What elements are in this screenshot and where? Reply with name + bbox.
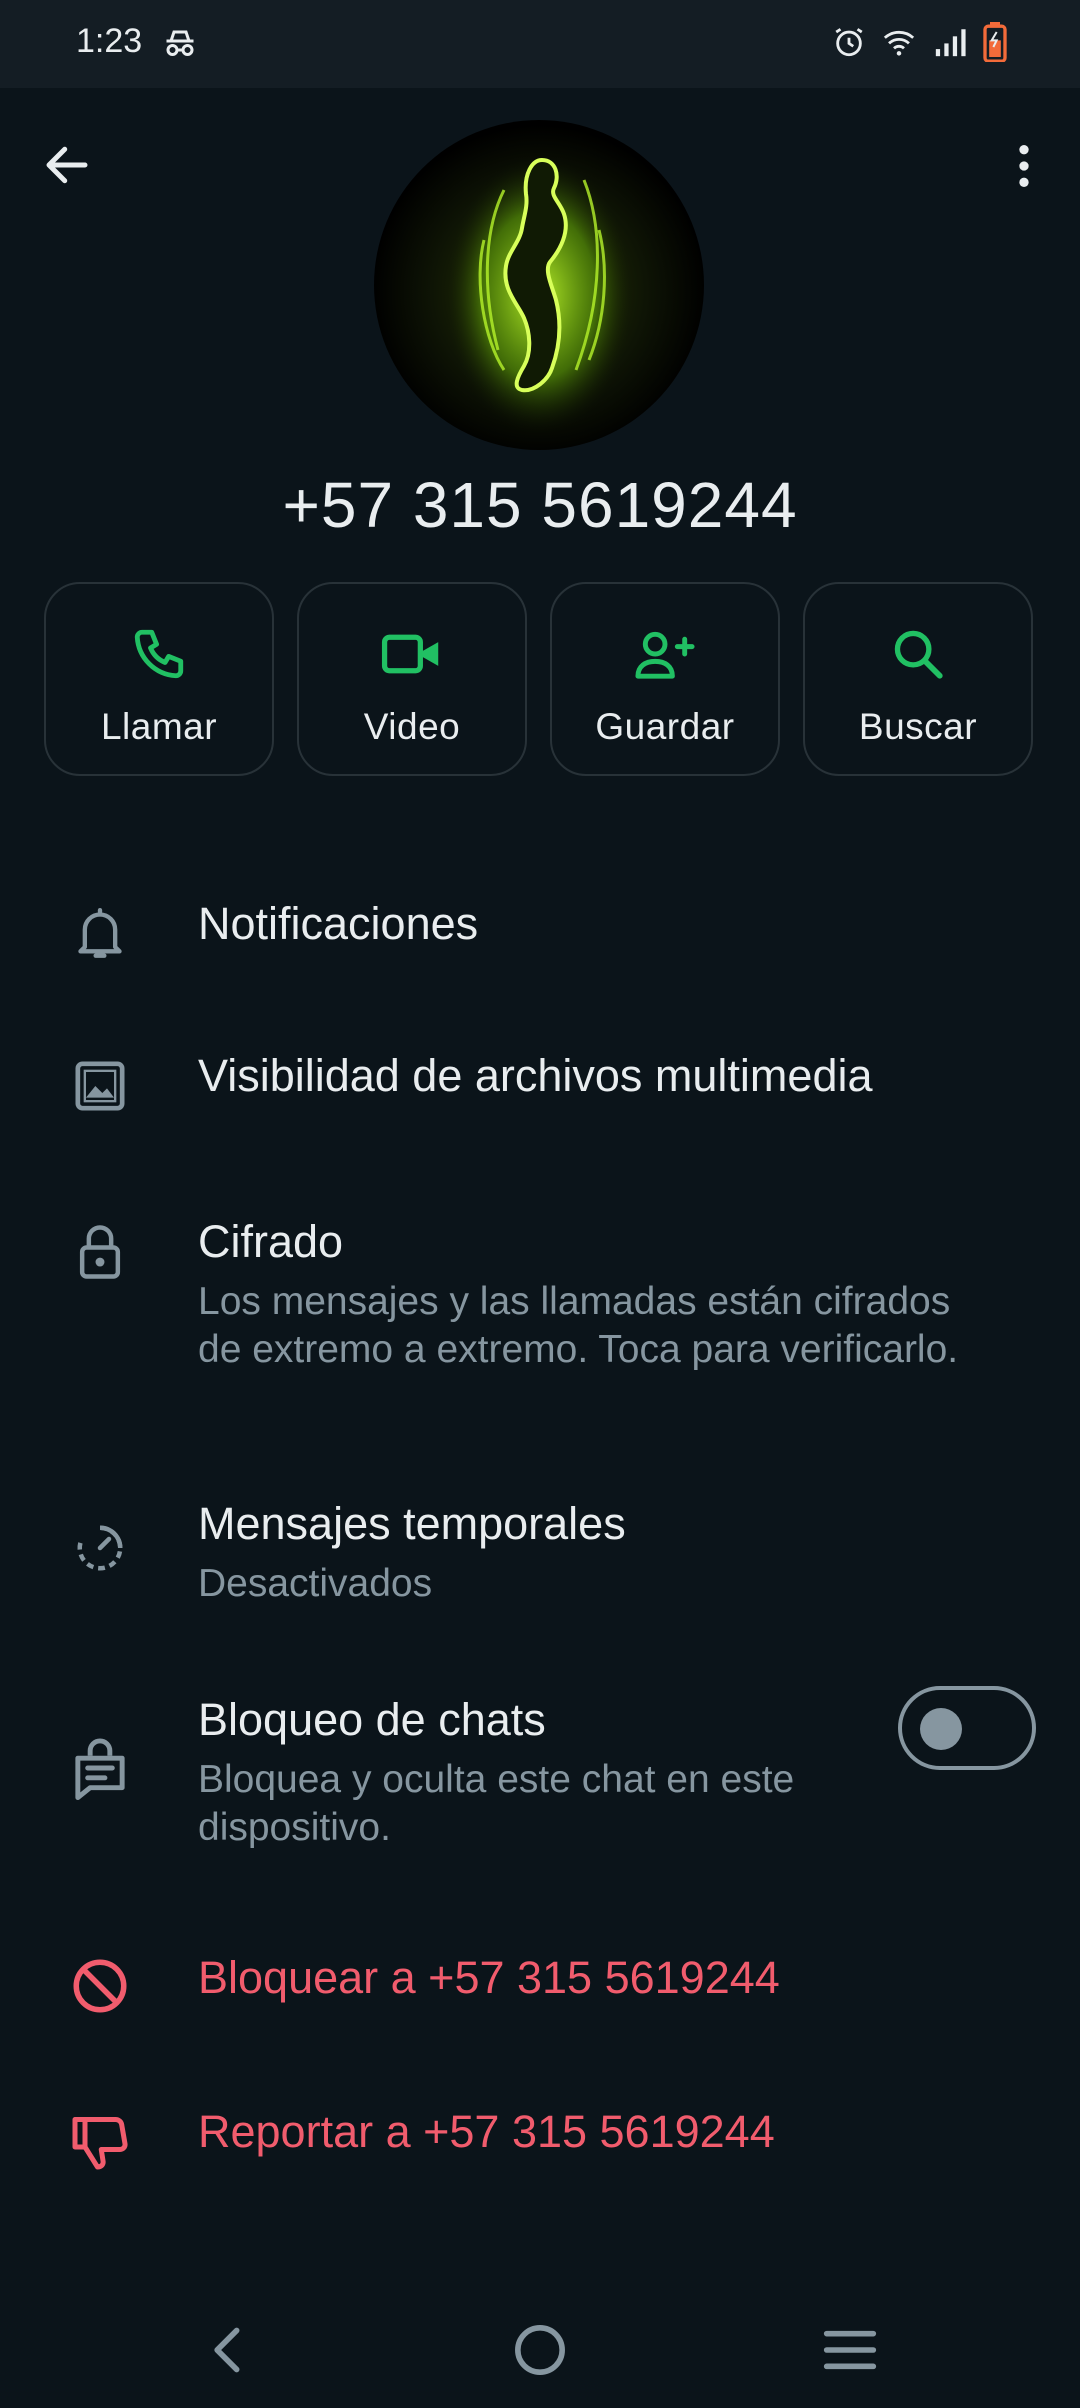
encryption-row[interactable]: Cifrado Los mensajes y las llamadas está…: [0, 1208, 1080, 1428]
alarm-icon: [835, 28, 863, 57]
video-call-button[interactable]: Video: [297, 582, 527, 776]
status-time: 1:23: [76, 22, 143, 60]
video-icon: [381, 634, 439, 674]
profile-avatar[interactable]: [374, 120, 704, 450]
chat-lock-subtitle: Bloquea y oculta este chat en este dispo…: [198, 1758, 795, 1849]
chat-lock-icon: [75, 1738, 125, 1800]
avatar-figure-image: [444, 155, 634, 435]
incognito-icon: [166, 30, 194, 56]
encryption-title: Cifrado: [198, 1216, 344, 1267]
lock-icon: [79, 1225, 121, 1279]
timer-icon: [77, 1525, 123, 1571]
report-contact-row[interactable]: Reportar a +57 315 5619244: [0, 2094, 1080, 2214]
block-contact-row[interactable]: Bloquear a +57 315 5619244: [0, 1940, 1080, 2060]
call-button[interactable]: Llamar: [44, 582, 274, 776]
system-nav-bar: [0, 2290, 1080, 2408]
nav-recents-button[interactable]: [820, 2320, 880, 2380]
quick-actions: Llamar Video Guardar Buscar: [44, 582, 1033, 776]
contact-phone-number: +57 315 5619244: [282, 469, 798, 541]
video-label: Video: [363, 706, 461, 747]
call-label: Llamar: [100, 706, 218, 747]
block-contact-label: Bloquear a +57 315 5619244: [198, 1952, 780, 2003]
disappearing-messages-row[interactable]: Mensajes temporales Desactivados: [0, 1490, 1080, 1630]
save-contact-button[interactable]: Guardar: [550, 582, 780, 776]
battery-icon: [983, 22, 1007, 62]
bell-icon: [78, 908, 122, 958]
phone-icon: [134, 629, 184, 679]
arrow-back-icon[interactable]: [40, 138, 94, 192]
more-vert-icon[interactable]: [996, 136, 1052, 196]
toggle-knob: [920, 1708, 962, 1750]
signal-icon: [935, 29, 966, 57]
home-circle-icon: [515, 2325, 565, 2375]
notifications-row[interactable]: Notificaciones: [0, 884, 1080, 1004]
chevron-left-icon: [214, 2327, 240, 2373]
notifications-title: Notificaciones: [198, 898, 479, 949]
search-button[interactable]: Buscar: [803, 582, 1033, 776]
thumbs-down-icon: [72, 2116, 128, 2170]
block-icon: [73, 1959, 127, 2013]
save-label: Guardar: [595, 706, 735, 747]
menu-lines-icon: [823, 2330, 877, 2370]
disappearing-title: Mensajes temporales: [198, 1498, 626, 1549]
nav-home-button[interactable]: [510, 2320, 570, 2380]
chat-lock-toggle[interactable]: [898, 1686, 1036, 1770]
encryption-subtitle: Los mensajes y las llamadas están cifrad…: [198, 1280, 959, 1371]
disappearing-subtitle: Desactivados: [198, 1562, 433, 1605]
status-icons: [832, 22, 1008, 62]
add-person-icon: [635, 631, 695, 679]
status-bar: 1:23: [0, 0, 1080, 88]
media-visibility-row[interactable]: Visibilidad de archivos multimedia: [0, 1038, 1080, 1158]
image-icon: [75, 1061, 125, 1111]
search-icon: [894, 630, 943, 679]
wifi-icon: [883, 30, 915, 56]
search-label: Buscar: [858, 706, 978, 747]
report-contact-label: Reportar a +57 315 5619244: [198, 2106, 775, 2157]
media-visibility-title: Visibilidad de archivos multimedia: [198, 1050, 873, 1101]
nav-back-button[interactable]: [198, 2320, 258, 2380]
chat-lock-title: Bloqueo de chats: [198, 1694, 546, 1745]
